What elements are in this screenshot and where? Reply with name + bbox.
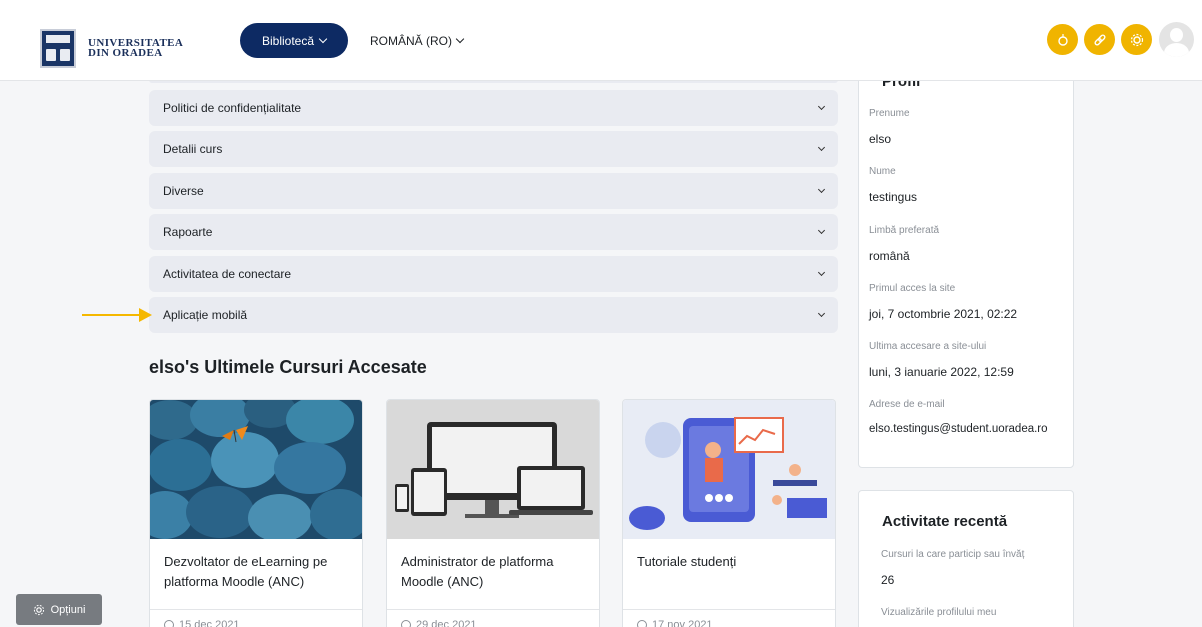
chevron-down-icon [817, 268, 826, 276]
university-name[interactable]: UNIVERSITATEA DIN ORADEA [88, 38, 183, 59]
profile-field-label: Limbă preferată [869, 225, 940, 236]
course-date: 17 nov 2021 [637, 619, 713, 627]
gear-icon[interactable] [1121, 24, 1152, 55]
chevron-down-icon [455, 34, 465, 44]
course-date-text: 15 dec 2021 [179, 619, 240, 627]
chevron-down-icon [817, 143, 826, 151]
recent-activity-card: Activitate recentă Cursuri la care parti… [858, 490, 1074, 627]
accordion-item-privacy[interactable]: Politici de confidențialitate [149, 90, 838, 126]
course-image-stones[interactable] [150, 400, 362, 539]
top-navbar: UNIVERSITATEA DIN ORADEA Bibliotecă ROMÂ… [0, 0, 1202, 81]
accordion-item-login-activity[interactable]: Activitatea de conectare [149, 256, 838, 292]
arrow-annotation-head [139, 308, 152, 322]
course-date-text: 29 dec 2021 [416, 619, 477, 627]
accordion-label: Activitatea de conectare [163, 267, 292, 281]
profile-field-label: Prenume [869, 108, 910, 119]
profile-field-value: română [869, 249, 910, 263]
accordion-label: Aplicație mobilă [163, 308, 248, 322]
activity-value: 26 [881, 573, 895, 587]
accordion-label: Rapoarte [163, 225, 213, 239]
accordion-label: Politici de confidențialitate [163, 101, 302, 115]
accordion-item-reports[interactable]: Rapoarte [149, 214, 838, 250]
profile-email-link[interactable]: elso.testingus@student.uoradea.ro [869, 423, 1048, 435]
recent-activity-heading: Activitate recentă [882, 513, 1008, 530]
chevron-down-icon [817, 185, 826, 193]
chevron-down-icon [318, 34, 328, 43]
course-image-tutorial-illustration[interactable] [623, 400, 835, 539]
profile-field-value: joi, 7 octombrie 2021, 02:22 [869, 307, 1018, 321]
course-image-devices[interactable] [387, 400, 599, 539]
language-selector[interactable]: ROMÂNĂ (RO) [370, 34, 465, 48]
gear-icon [33, 604, 44, 615]
profile-field-value: luni, 3 ianuarie 2022, 12:59 [869, 365, 1014, 379]
course-card[interactable]: Tutoriale studenți 17 nov 2021 [622, 399, 836, 627]
course-date-text: 17 nov 2021 [652, 619, 713, 627]
course-title[interactable]: Dezvoltator de eLearning pe platforma Mo… [164, 552, 354, 592]
recent-courses-title: elso's Ultimele Cursuri Accesate [149, 357, 427, 377]
course-title[interactable]: Tutoriale studenți [637, 552, 827, 572]
options-label: Opțiuni [50, 603, 86, 616]
arrow-annotation-line [82, 314, 144, 316]
library-label: Bibliotecă [261, 33, 315, 48]
activity-label: Cursuri la care particip sau învăț [881, 549, 1025, 560]
profile-card: Profil Prenume elso Nume testingus Limbă… [858, 60, 1074, 468]
card-divider [623, 609, 835, 610]
profile-field-label: Primul acces la site [869, 283, 956, 294]
university-logo-icon[interactable] [40, 29, 76, 68]
clock-icon [164, 620, 174, 627]
profile-field-label: Adrese de e-mail [869, 399, 945, 410]
accordion-item-mobile-app[interactable]: Aplicație mobilă [149, 297, 838, 333]
course-date: 15 dec 2021 [164, 619, 240, 627]
course-title[interactable]: Administrator de platforma Moodle (ANC) [401, 552, 591, 592]
clock-icon [401, 620, 411, 627]
options-button[interactable]: Opțiuni [16, 594, 102, 625]
link-icon[interactable] [1084, 24, 1115, 55]
logo-line-2: DIN ORADEA [88, 47, 163, 59]
chevron-down-icon [817, 102, 826, 110]
chevron-down-icon [817, 226, 826, 234]
course-date: 29 dec 2021 [401, 619, 477, 627]
course-card[interactable]: Dezvoltator de eLearning pe platforma Mo… [149, 399, 363, 627]
chevron-down-icon [817, 309, 826, 317]
clock-icon [637, 620, 647, 627]
card-divider [387, 609, 599, 610]
library-dropdown-button[interactable]: Bibliotecă [240, 23, 348, 58]
bug-icon[interactable] [1047, 24, 1078, 55]
language-label: ROMÂNĂ (RO) [370, 34, 452, 48]
profile-field-label: Nume [869, 166, 896, 177]
course-card[interactable]: Administrator de platforma Moodle (ANC) … [386, 399, 600, 627]
profile-field-value: elso [869, 132, 892, 146]
accordion-label: Diverse [163, 184, 204, 198]
profile-field-label: Ultima accesare a site-ului [869, 341, 987, 352]
accordion-item-course-details[interactable]: Detalii curs [149, 131, 838, 167]
user-avatar[interactable] [1159, 22, 1194, 57]
accordion-label: Detalii curs [163, 142, 223, 156]
profile-field-value: testingus [869, 190, 918, 204]
activity-label: Vizualizările profilului meu [881, 607, 997, 618]
card-divider [150, 609, 362, 610]
accordion-item-misc[interactable]: Diverse [149, 173, 838, 209]
